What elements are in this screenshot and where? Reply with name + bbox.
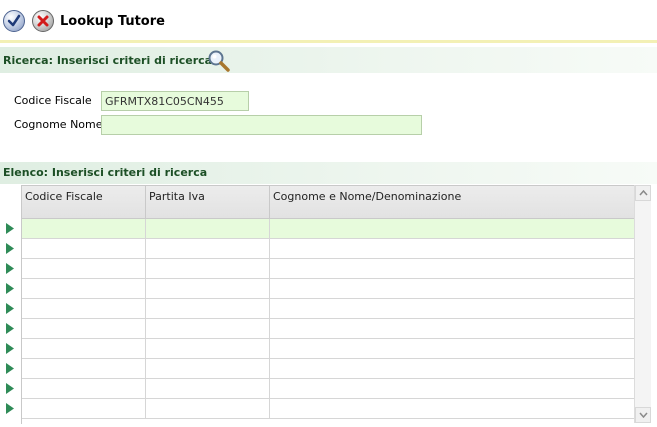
table-row[interactable] <box>22 279 635 299</box>
table-cell[interactable] <box>22 219 146 238</box>
row-arrow-icon[interactable] <box>6 383 14 394</box>
table-cell[interactable] <box>22 339 146 358</box>
row-arrow-icon[interactable] <box>6 223 14 234</box>
scroll-down-button[interactable] <box>635 407 651 423</box>
table-row[interactable] <box>22 359 635 379</box>
confirm-button[interactable] <box>3 10 25 32</box>
table-row[interactable] <box>22 319 635 339</box>
row-arrow-icon[interactable] <box>6 303 14 314</box>
table-cell[interactable] <box>270 279 635 298</box>
table-cell[interactable] <box>270 299 635 318</box>
table-cell[interactable] <box>146 319 270 338</box>
table-row[interactable] <box>22 259 635 279</box>
window-title: Lookup Tutore <box>60 14 165 29</box>
row-arrow-icon[interactable] <box>6 343 14 354</box>
table-cell[interactable] <box>270 259 635 278</box>
table-cell[interactable] <box>146 339 270 358</box>
check-icon <box>7 14 21 27</box>
search-section-title: Ricerca: Inserisci criteri di ricerca <box>3 54 213 67</box>
column-header-partita-iva[interactable]: Partita Iva <box>146 186 270 219</box>
table-row[interactable] <box>22 239 635 259</box>
table-cell[interactable] <box>270 339 635 358</box>
row-arrow-icon[interactable] <box>6 403 14 414</box>
close-icon <box>37 15 49 27</box>
toolbar: Lookup Tutore <box>0 0 657 43</box>
table-cell[interactable] <box>270 379 635 398</box>
table-cell[interactable] <box>270 219 635 238</box>
table-cell[interactable] <box>146 239 270 258</box>
table-row[interactable] <box>22 399 635 419</box>
list-section-title: Elenco: Inserisci criteri di ricerca <box>3 166 208 179</box>
grid-scrollbar[interactable] <box>634 185 651 423</box>
row-arrow-icon[interactable] <box>6 283 14 294</box>
table-cell[interactable] <box>22 299 146 318</box>
table-cell[interactable] <box>270 359 635 378</box>
cancel-button[interactable] <box>32 10 54 32</box>
scroll-up-button[interactable] <box>635 185 651 201</box>
table-cell[interactable] <box>146 399 270 418</box>
search-section-bar: Ricerca: Inserisci criteri di ricerca <box>0 47 657 73</box>
row-arrow-icon[interactable] <box>6 243 14 254</box>
chevron-down-icon <box>638 412 648 418</box>
table-cell[interactable] <box>146 279 270 298</box>
table-row[interactable] <box>22 299 635 319</box>
cognome-nome-input[interactable] <box>101 115 422 135</box>
table-cell[interactable] <box>22 379 146 398</box>
table-cell[interactable] <box>146 259 270 278</box>
table-cell[interactable] <box>22 359 146 378</box>
results-grid: Codice Fiscale Partita Iva Cognome e Nom… <box>21 185 635 424</box>
table-cell[interactable] <box>146 219 270 238</box>
table-row[interactable] <box>22 219 635 239</box>
table-cell[interactable] <box>22 259 146 278</box>
table-cell[interactable] <box>270 399 635 418</box>
column-header-cognome-nome[interactable]: Cognome e Nome/Denominazione <box>270 186 635 219</box>
table-cell[interactable] <box>146 299 270 318</box>
column-header-codice-fiscale[interactable]: Codice Fiscale <box>22 186 146 219</box>
table-row[interactable] <box>22 379 635 399</box>
table-cell[interactable] <box>22 239 146 258</box>
list-section-bar: Elenco: Inserisci criteri di ricerca <box>0 162 657 184</box>
row-arrow-icon[interactable] <box>6 363 14 374</box>
grid-header: Codice Fiscale Partita Iva Cognome e Nom… <box>22 186 635 219</box>
magnifier-icon[interactable] <box>207 49 231 73</box>
codice-fiscale-input[interactable] <box>101 91 249 111</box>
chevron-up-icon <box>638 190 648 196</box>
table-cell[interactable] <box>146 379 270 398</box>
row-arrow-icon[interactable] <box>6 263 14 274</box>
table-cell[interactable] <box>22 279 146 298</box>
codice-fiscale-label: Codice Fiscale <box>14 94 92 107</box>
cognome-nome-label: Cognome Nome <box>14 118 103 131</box>
table-cell[interactable] <box>22 319 146 338</box>
table-row[interactable] <box>22 339 635 359</box>
row-arrow-icon[interactable] <box>6 323 14 334</box>
table-cell[interactable] <box>270 319 635 338</box>
table-cell[interactable] <box>22 399 146 418</box>
table-cell[interactable] <box>146 359 270 378</box>
table-cell[interactable] <box>270 239 635 258</box>
